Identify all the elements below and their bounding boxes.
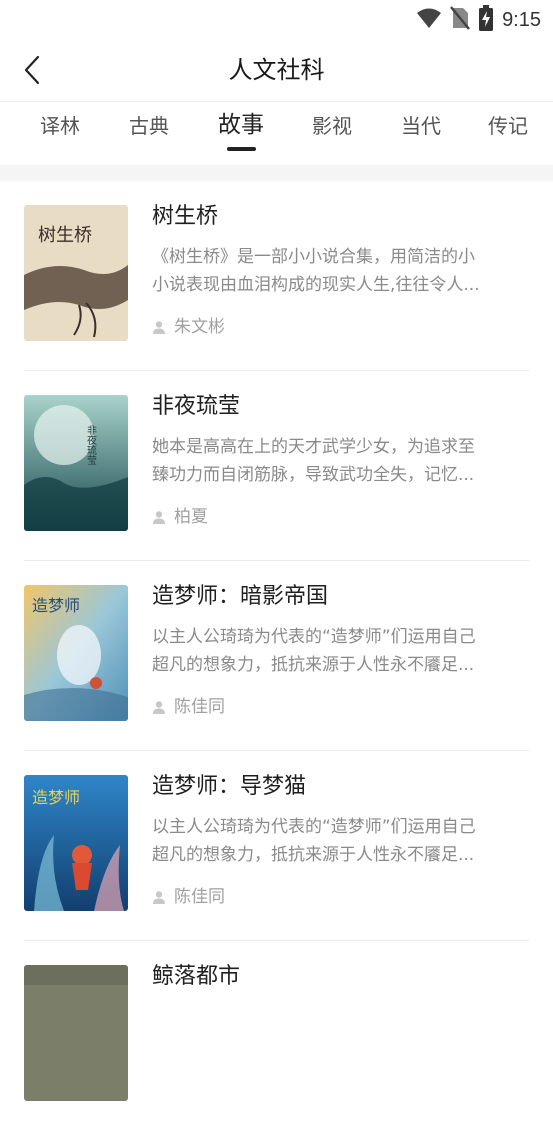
section-divider [0, 165, 553, 181]
no-sim-icon [450, 6, 471, 34]
description-line: 以主人公琦琦为代表的“造梦师”们运用自己 [152, 627, 476, 647]
book-author: 朱文彬 [152, 314, 225, 340]
tab-gushi[interactable]: 故事 [218, 111, 264, 139]
book-description: 以主人公琦琦为代表的“造梦师”们运用自己 超凡的想象力，抵抗来源于人性永不餍足.… [152, 623, 522, 679]
cover-title: 树生桥 [38, 225, 92, 246]
description-line: 超凡的想象力，抵抗来源于人性永不餍足... [152, 845, 475, 865]
wifi-icon [416, 7, 442, 33]
battery-charging-icon [478, 5, 494, 35]
page-title: 人文社科 [228, 56, 325, 84]
description-line: 以主人公琦琦为代表的“造梦师”们运用自己 [152, 817, 476, 837]
description-line: 臻功力而自闭筋脉，导致武功全失，记忆... [152, 465, 475, 485]
person-icon [153, 511, 165, 524]
description-line: 她本是高高在上的天才武学少女，为追求至 [152, 437, 475, 457]
book-title: 非夜琉莹 [152, 394, 241, 419]
book-cover: 造梦师 [24, 585, 128, 721]
book-author: 柏夏 [152, 504, 208, 530]
book-title: 造梦师：暗影帝国 [152, 584, 329, 609]
book-title: 树生桥 [152, 204, 219, 229]
book-item[interactable]: 树生桥 树生桥 《树生桥》是一部小小说合集，用简洁的小 小说表现由血泪构成的现实… [0, 181, 553, 371]
cover-title: 造梦师 [32, 788, 80, 807]
description-line: 超凡的想象力，抵抗来源于人性永不餍足... [152, 655, 475, 675]
author-name: 柏夏 [174, 507, 208, 527]
category-tabs: 译林 古典 故事 影视 当代 传记 [0, 101, 553, 164]
tab-gudian[interactable]: 古典 [129, 112, 169, 140]
author-name: 朱文彬 [174, 317, 225, 337]
person-icon [153, 891, 165, 904]
author-name: 陈佳同 [174, 697, 225, 717]
tab-zhuanji[interactable]: 传记 [488, 112, 528, 140]
description-line: 小说表现由血泪构成的现实人生,往往令人... [152, 275, 480, 295]
cover-title: 造梦师 [32, 596, 80, 615]
author-name: 陈佳同 [174, 887, 225, 907]
book-description: 她本是高高在上的天才武学少女，为追求至 臻功力而自闭筋脉，导致武功全失，记忆..… [152, 433, 522, 489]
book-author: 陈佳同 [152, 884, 225, 910]
book-item[interactable]: 非夜琉莹 非夜琉莹 她本是高高在上的天才武学少女，为追求至 臻功力而自闭筋脉，导… [0, 371, 553, 561]
book-title: 造梦师：导梦猫 [152, 774, 307, 799]
status-icons: 9:15 [416, 5, 541, 35]
book-cover: 造梦师 [24, 775, 128, 911]
book-cover [24, 965, 128, 1101]
tab-dangdai[interactable]: 当代 [401, 112, 441, 140]
book-item[interactable]: 鲸落都市 [0, 941, 553, 1131]
book-cover: 树生桥 [24, 205, 128, 341]
book-item[interactable]: 造梦师 造梦师：暗影帝国 以主人公琦琦为代表的“造梦师”们运用自己 超凡的想象力… [0, 561, 553, 751]
active-tab-indicator [227, 147, 256, 151]
book-description: 《树生桥》是一部小小说合集，用简洁的小 小说表现由血泪构成的现实人生,往往令人.… [152, 243, 522, 299]
person-icon [153, 321, 165, 334]
cover-title: 非夜琉莹 [85, 425, 97, 465]
status-bar: 9:15 [0, 0, 553, 40]
book-cover: 非夜琉莹 [24, 395, 128, 531]
person-icon [153, 701, 165, 714]
status-time: 9:15 [502, 8, 541, 31]
book-description: 以主人公琦琦为代表的“造梦师”们运用自己 超凡的想象力，抵抗来源于人性永不餍足.… [152, 813, 522, 869]
description-line: 《树生桥》是一部小小说合集，用简洁的小 [152, 247, 475, 267]
book-item[interactable]: 造梦师 造梦师：导梦猫 以主人公琦琦为代表的“造梦师”们运用自己 超凡的想象力，… [0, 751, 553, 941]
app-header: 人文社科 [0, 40, 553, 100]
book-author: 陈佳同 [152, 694, 225, 720]
tab-yilin[interactable]: 译林 [40, 112, 80, 140]
tab-yingshi[interactable]: 影视 [312, 112, 352, 140]
book-title: 鲸落都市 [152, 964, 241, 989]
